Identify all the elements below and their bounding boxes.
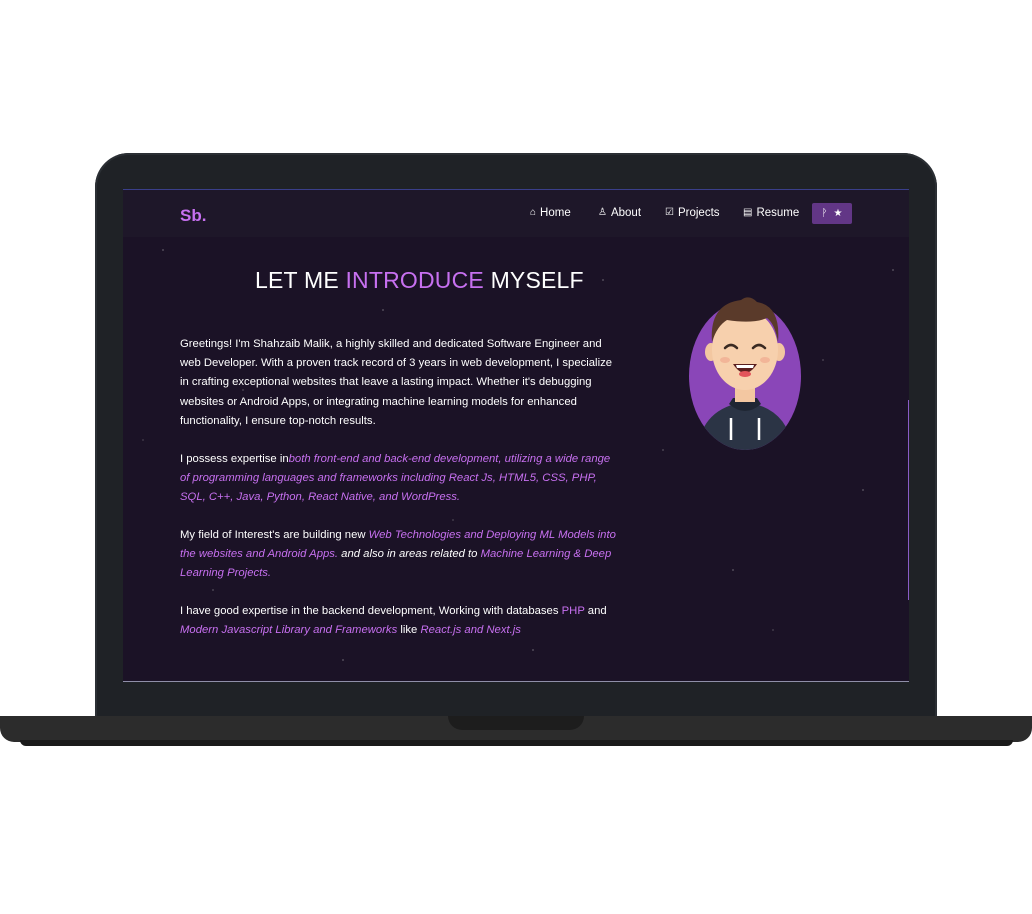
nav-projects-label: Projects (677, 207, 720, 219)
nav-projects[interactable]: ☑ Projects (665, 207, 720, 219)
heading-prefix: LET ME (255, 267, 346, 293)
avatar-illustration (689, 297, 801, 450)
navbar: Sb. ⌂ Home ♙ About ☑ Projects ▤ Resume ᚹ… (123, 190, 909, 237)
github-fork-star-button[interactable]: ᚹ ★ (812, 203, 852, 224)
interests-paragraph: My field of Interest's are building new … (180, 526, 620, 584)
laptop-notch (448, 716, 584, 730)
backend-prefix: I have good expertise in the backend dev… (180, 605, 562, 617)
backend-js-frameworks: Modern Javascript Library and Frameworks (180, 624, 398, 637)
nav-about-label: About (610, 207, 642, 219)
backend-php: PHP (561, 605, 585, 617)
backend-and: and (584, 605, 607, 617)
document-icon: ▤ (743, 207, 753, 218)
logo[interactable]: Sb. (180, 206, 206, 226)
heading-suffix: MYSELF (483, 267, 584, 293)
expertise-prefix: I possess expertise in (180, 453, 289, 465)
scrollbar[interactable] (908, 400, 909, 600)
home-icon: ⌂ (530, 207, 537, 218)
nav-home-label: Home (540, 207, 571, 219)
section-heading: LET ME INTRODUCE MYSELF (255, 267, 584, 294)
backend-react-next: React.js and Next.js (420, 624, 521, 637)
nav-resume-label: Resume (756, 207, 800, 219)
expertise-paragraph: I possess expertise inboth front-end and… (180, 450, 620, 508)
laptop-base-shadow (20, 740, 1013, 746)
backend-like: like (397, 624, 421, 637)
nav-resume[interactable]: ▤ Resume (743, 207, 799, 219)
interests-mid: and also in areas related to (338, 548, 481, 561)
star-icon: ★ (833, 208, 843, 219)
nav-home[interactable]: ⌂ Home (530, 207, 571, 219)
heading-accent: INTRODUCE (345, 267, 484, 293)
backend-paragraph: I have good expertise in the backend dev… (180, 602, 620, 640)
intro-paragraph: Greetings! I'm Shahzaib Malik, a highly … (180, 338, 613, 427)
laptop-screen: Sb. ⌂ Home ♙ About ☑ Projects ▤ Resume ᚹ… (123, 189, 909, 682)
nav-about[interactable]: ♙ About (598, 207, 641, 219)
fork-icon: ᚹ (821, 208, 828, 219)
avatar (683, 290, 807, 452)
user-icon: ♙ (598, 207, 607, 218)
projects-icon: ☑ (665, 207, 674, 218)
laptop-mockup: Sb. ⌂ Home ♙ About ☑ Projects ▤ Resume ᚹ… (0, 0, 1032, 914)
interests-prefix: My field of Interest's are building new (180, 529, 369, 541)
